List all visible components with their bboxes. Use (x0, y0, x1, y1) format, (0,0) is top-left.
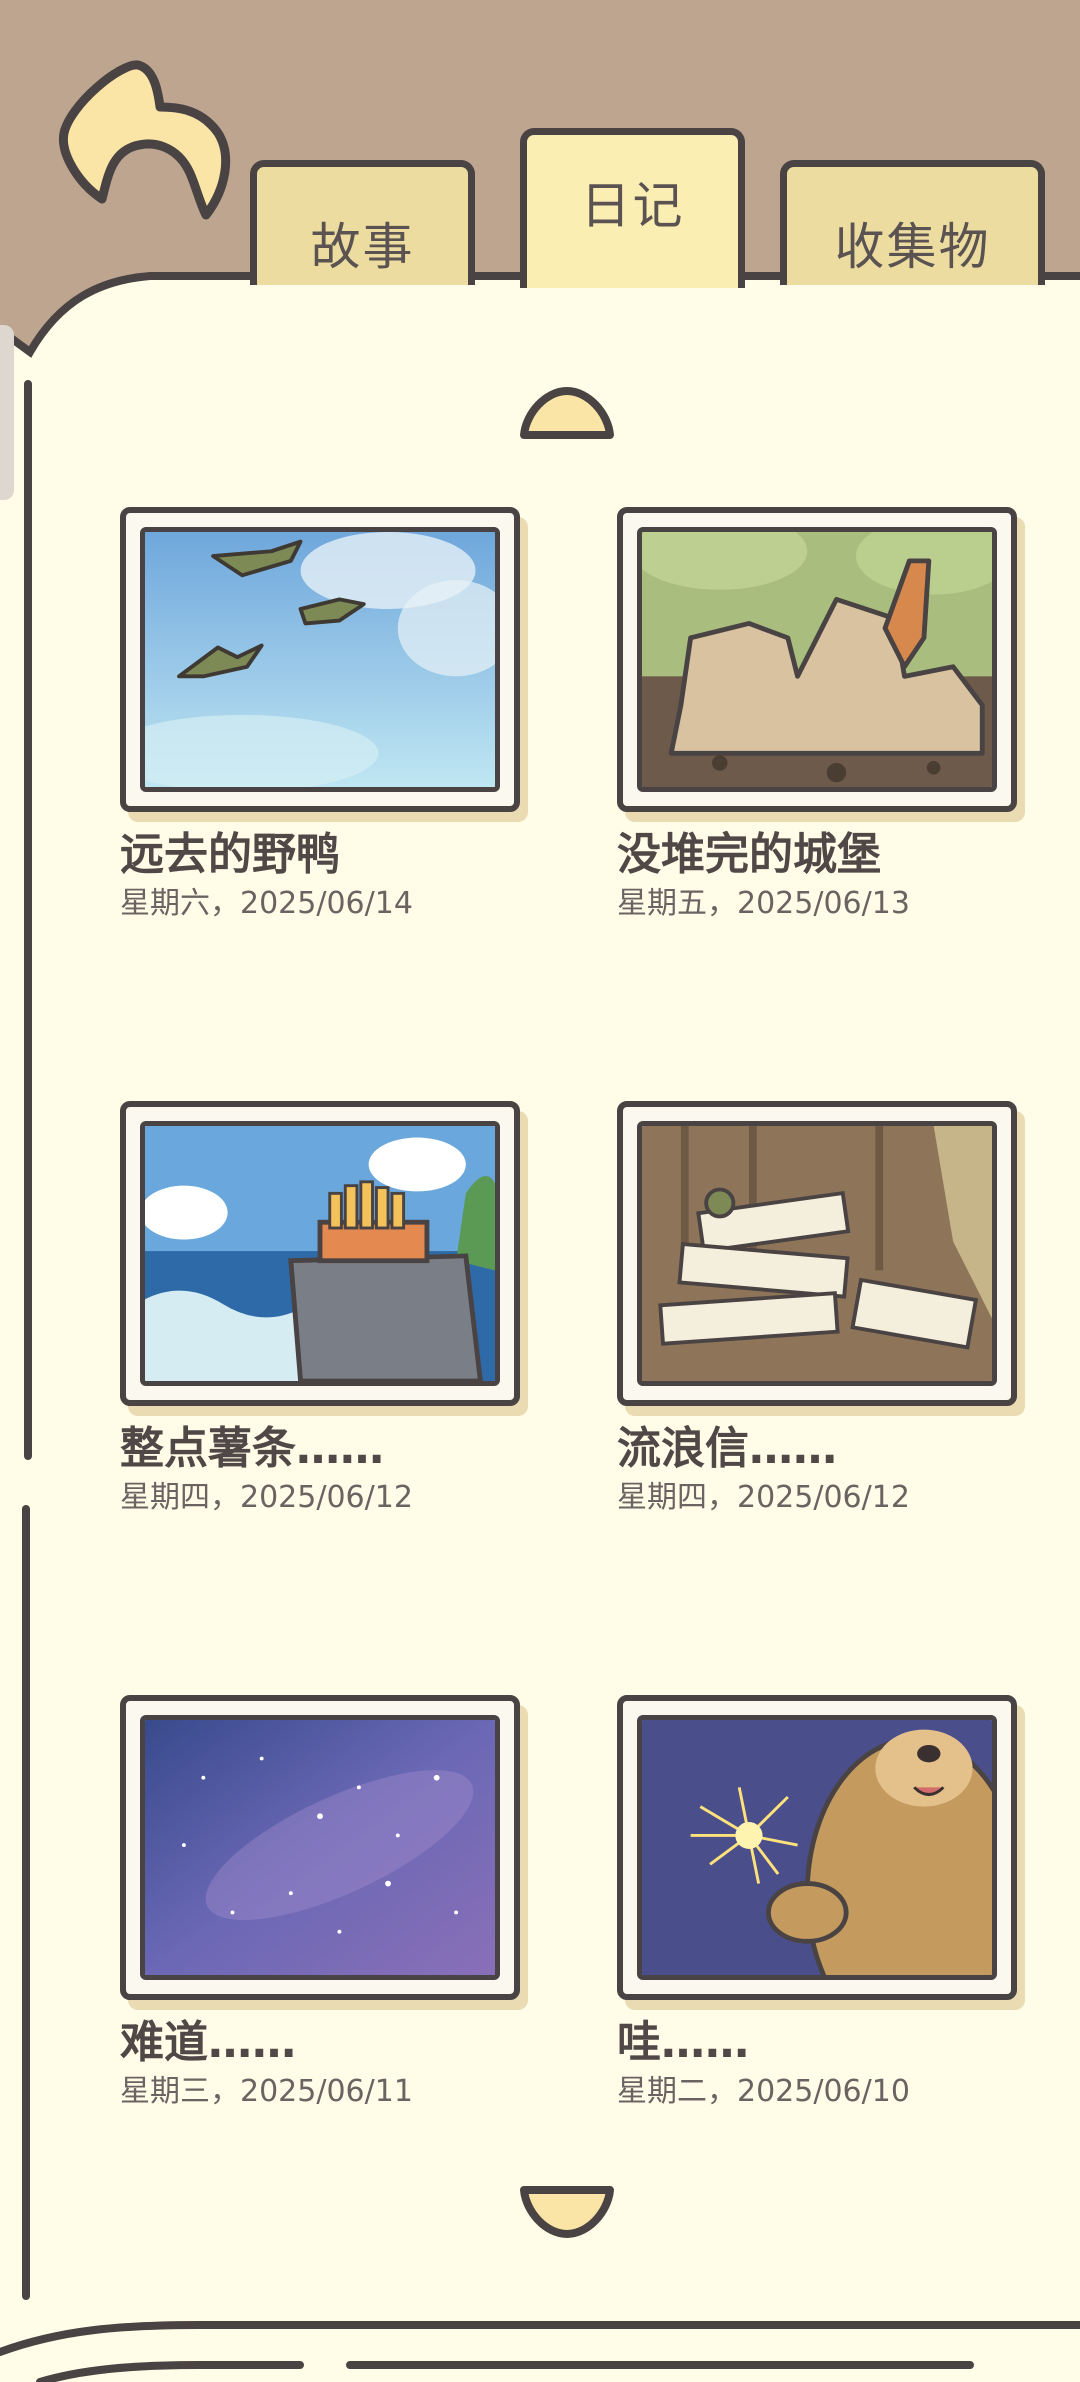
tab-diary-label: 日记 (580, 176, 685, 235)
diary-entry[interactable]: 没堆完的城堡 星期五，2025/06/13 (617, 507, 1022, 924)
tab-story-label: 故事 (310, 218, 415, 276)
book-spine-line (22, 1505, 30, 2300)
diary-entry[interactable]: 流浪信…… 星期四，2025/06/12 (617, 1101, 1022, 1518)
chevron-up-icon (520, 387, 614, 439)
page-up-button[interactable] (518, 385, 616, 443)
entry-title: 哇…… (617, 2017, 749, 2068)
entry-date: 星期三，2025/06/11 (120, 2074, 413, 2109)
photo-frame (617, 507, 1017, 812)
book-spine-line (24, 380, 32, 1460)
photo-letters (637, 1121, 997, 1386)
tab-diary[interactable]: 日记 (520, 128, 745, 288)
tab-collection[interactable]: 收集物 (780, 160, 1045, 285)
photo-fries-cliff (140, 1121, 500, 1386)
entry-date: 星期四，2025/06/12 (120, 1480, 413, 1515)
entry-date: 星期五，2025/06/13 (617, 886, 910, 921)
photo-flying-ducks (140, 527, 500, 792)
photo-sand-castle (637, 527, 997, 792)
entry-title: 难道…… (120, 2017, 296, 2068)
tab-story[interactable]: 故事 (250, 160, 475, 285)
entry-title: 没堆完的城堡 (617, 829, 881, 880)
diary-entry[interactable]: 远去的野鸭 星期六，2025/06/14 (120, 507, 525, 924)
entry-date: 星期六，2025/06/14 (120, 886, 413, 921)
entry-date: 星期二，2025/06/10 (617, 2074, 910, 2109)
diary-screen: 故事 日记 收集物 远去的野鸭 星期六，2025/06/14 没堆完的城堡 星期… (0, 0, 1080, 2382)
photo-frame (120, 507, 520, 812)
photo-frame (617, 1695, 1017, 2000)
entry-title: 流浪信…… (617, 1423, 837, 1474)
photo-frame (120, 1695, 520, 2000)
photo-starry-sky (140, 1715, 500, 1980)
photo-frame (120, 1101, 520, 1406)
chevron-down-icon (520, 2186, 614, 2238)
scroll-handle[interactable] (0, 325, 14, 500)
photo-bear-sparkler (637, 1715, 997, 1980)
photo-frame (617, 1101, 1017, 1406)
diary-entry[interactable]: 整点薯条…… 星期四，2025/06/12 (120, 1101, 525, 1518)
back-arrow-icon (58, 60, 231, 220)
diary-entry[interactable]: 难道…… 星期三，2025/06/11 (120, 1695, 525, 2112)
page-down-button[interactable] (518, 2182, 616, 2240)
diary-entry[interactable]: 哇…… 星期二，2025/06/10 (617, 1695, 1022, 2112)
entry-date: 星期四，2025/06/12 (617, 1480, 910, 1515)
tab-collection-label: 收集物 (834, 218, 991, 276)
entry-title: 整点薯条…… (120, 1423, 384, 1474)
entry-title: 远去的野鸭 (120, 829, 340, 880)
back-button[interactable] (50, 55, 240, 235)
